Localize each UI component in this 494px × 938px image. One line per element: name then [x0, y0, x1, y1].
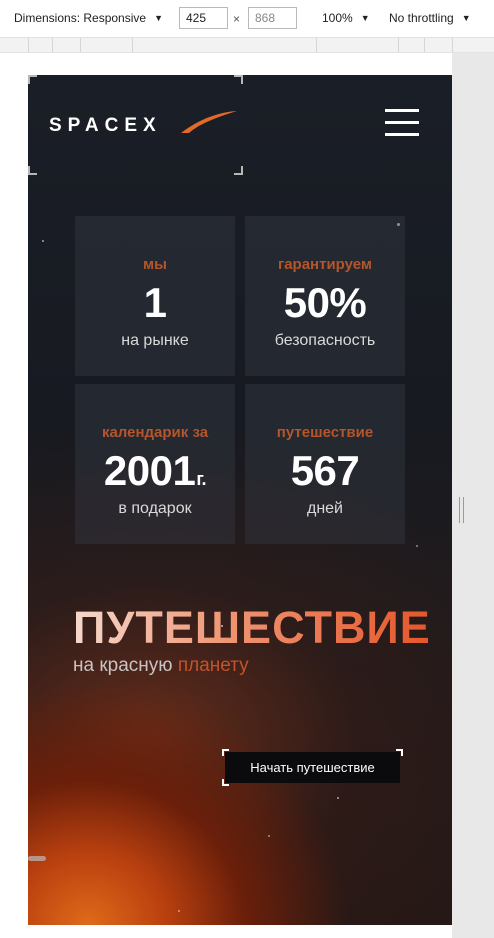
spacecraft-image — [28, 856, 46, 861]
media-query-ruler[interactable] — [0, 37, 494, 53]
stat-label: мы — [143, 256, 167, 273]
stat-caption: дней — [306, 500, 343, 517]
dimensions-label: Dimensions: Responsive — [14, 11, 147, 25]
spacex-page: SPACEX мы 1 на рынке гарантируем 50% без… — [28, 75, 452, 925]
chevron-down-icon: ▼ — [461, 13, 471, 23]
frame-corner — [234, 75, 243, 84]
stat-value: 2001г. — [75, 447, 235, 495]
ruler-tick — [316, 38, 317, 52]
hamburger-menu-button[interactable] — [385, 109, 419, 137]
stat-card: мы 1 на рынке — [75, 216, 235, 376]
devtools-toolbar: Dimensions: Responsive ▼ × 100% ▼ No throt… — [0, 0, 494, 37]
stat-card: гарантируем 50% безопасность — [245, 216, 405, 376]
stat-value: 1 — [75, 279, 235, 327]
stat-number: 2001 — [103, 447, 196, 494]
stat-card: путешествие 567 дней — [245, 384, 405, 544]
stat-number: 1 — [143, 279, 167, 326]
stat-number: 567 — [290, 447, 360, 494]
frame-corner — [28, 75, 37, 84]
chevron-down-icon: ▼ — [154, 13, 163, 23]
menu-line — [385, 109, 419, 112]
stat-value: 567 — [245, 447, 405, 495]
resize-gutter — [452, 53, 494, 938]
stat-suffix: г. — [196, 469, 207, 489]
stat-caption: в подарок — [118, 500, 192, 517]
chevron-down-icon: ▼ — [360, 13, 370, 23]
throttling-label: No throttling — [389, 11, 454, 25]
menu-line — [385, 133, 419, 136]
zoom-label: 100% — [322, 11, 353, 25]
frame-corner — [28, 166, 37, 175]
stat-caption: безопасность — [274, 332, 376, 349]
stat-value: 50% — [245, 279, 405, 327]
star — [178, 910, 180, 912]
stat-label: путешествие — [276, 424, 374, 441]
hero-subtitle: на красную планету — [73, 655, 249, 677]
width-input[interactable] — [179, 7, 228, 29]
spacex-logo[interactable]: SPACEX — [49, 109, 239, 135]
start-journey-button[interactable]: Начать путешествие — [225, 752, 400, 783]
stat-label: гарантируем — [277, 256, 373, 273]
times-icon: × — [233, 12, 241, 26]
star — [337, 797, 339, 799]
star — [268, 835, 270, 837]
logo-swoosh — [181, 111, 237, 133]
frame-corner — [234, 166, 243, 175]
dimensions-dropdown[interactable]: Dimensions: Responsive ▼ — [14, 11, 163, 25]
ruler-tick — [80, 38, 81, 52]
stat-label: календарик за — [101, 424, 209, 441]
hero-subtitle-prefix: на красную — [73, 655, 173, 676]
ruler-tick — [52, 38, 53, 52]
ruler-tick — [424, 38, 425, 52]
stat-number: 50% — [283, 279, 367, 326]
ruler-tick — [28, 38, 29, 52]
logo-text: SPACEX — [49, 115, 162, 135]
star — [42, 240, 44, 242]
menu-line — [385, 121, 419, 124]
star — [416, 545, 418, 547]
resize-handle[interactable] — [459, 497, 464, 523]
zoom-dropdown[interactable]: 100% ▼ — [322, 11, 370, 25]
throttling-dropdown[interactable]: No throttling ▼ — [389, 11, 471, 25]
stat-card: календарик за 2001г. в подарок — [75, 384, 235, 544]
hero-title: ПУТЕШЕСТВИЕ — [73, 602, 431, 653]
ruler-tick — [452, 38, 453, 52]
ruler-tick — [132, 38, 133, 52]
stat-caption: на рынке — [121, 332, 189, 349]
height-input[interactable] — [248, 7, 297, 29]
ruler-tick — [398, 38, 399, 52]
hero-subtitle-accent: планету — [177, 655, 249, 676]
